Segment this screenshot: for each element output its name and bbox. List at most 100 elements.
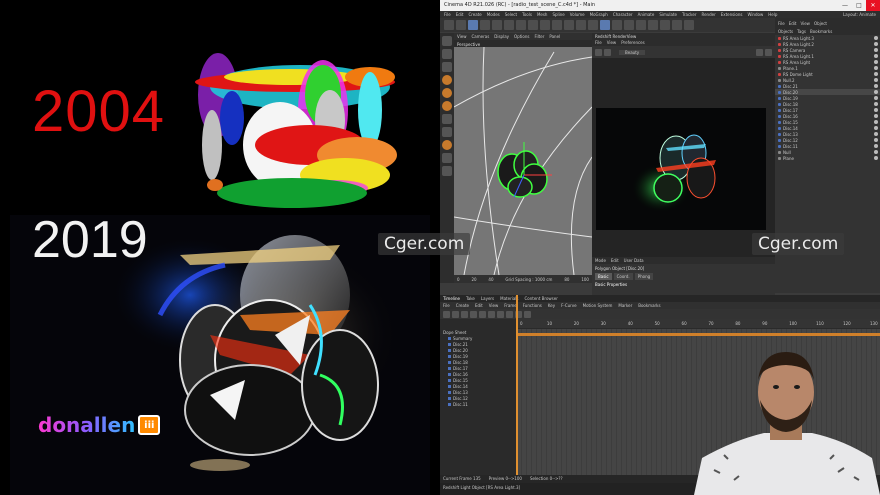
visibility-toggle-icon[interactable] (874, 120, 878, 124)
redo-icon[interactable] (456, 20, 466, 30)
visibility-toggle-icon[interactable] (874, 138, 878, 142)
menu-tracker[interactable]: Tracker (682, 12, 696, 17)
y-axis-icon[interactable] (528, 20, 538, 30)
object-row[interactable]: Disc.18 (775, 101, 880, 107)
menu-file[interactable]: File (444, 12, 451, 17)
menu-modes[interactable]: Modes (487, 12, 500, 17)
snap-icon[interactable] (442, 127, 452, 137)
vp-menu-panel[interactable]: Panel (549, 34, 560, 39)
model-mode-icon[interactable] (442, 49, 452, 59)
menu-render[interactable]: Render (701, 12, 715, 17)
menu-edit[interactable]: Edit (456, 12, 464, 17)
spline-key-icon[interactable] (497, 310, 504, 318)
menu-window[interactable]: Window (747, 12, 763, 17)
maximize-button[interactable]: □ (852, 0, 866, 11)
cube-icon[interactable] (600, 20, 610, 30)
object-row[interactable]: Disc.13 (775, 131, 880, 137)
fcurve-mode-icon[interactable] (452, 310, 459, 318)
visibility-toggle-icon[interactable] (874, 132, 878, 136)
om-menu-edit[interactable]: Edit (789, 21, 797, 26)
rv-menu-preferences[interactable]: Preferences (621, 40, 645, 46)
visibility-toggle-icon[interactable] (874, 42, 878, 46)
play-icon[interactable] (595, 48, 602, 56)
tab-coord[interactable]: Coord. (613, 273, 633, 280)
tl-menu-functions[interactable]: Functions (523, 303, 542, 308)
scale-icon[interactable] (492, 20, 502, 30)
vp-menu-display[interactable]: Display (494, 34, 509, 39)
crop-icon[interactable] (765, 48, 772, 56)
undo-icon[interactable] (444, 20, 454, 30)
menu-mograph[interactable]: MoGraph (590, 12, 608, 17)
subdivision-icon[interactable] (624, 20, 634, 30)
tab-content-browser[interactable]: Content Browser (524, 296, 557, 301)
attr-menu-userdata[interactable]: User Data (624, 258, 644, 263)
menu-spline[interactable]: Spline (552, 12, 564, 17)
visibility-toggle-icon[interactable] (874, 126, 878, 130)
motion-mode-icon[interactable] (461, 310, 468, 318)
object-row[interactable]: RS Area Light.1 (775, 53, 880, 59)
edges-mode-icon[interactable] (442, 88, 452, 98)
rv-menu-file[interactable]: File (595, 40, 602, 46)
axis-mode-icon[interactable] (442, 114, 452, 124)
visibility-toggle-icon[interactable] (874, 66, 878, 70)
minimize-button[interactable]: — (838, 0, 852, 11)
tl-menu-frame[interactable]: Frame (504, 303, 516, 308)
deformer-icon[interactable] (648, 20, 658, 30)
perspective-viewport[interactable] (453, 46, 593, 283)
visibility-toggle-icon[interactable] (874, 48, 878, 52)
object-row[interactable]: Disc.19 (775, 95, 880, 101)
vp-menu-filter[interactable]: Filter (534, 34, 544, 39)
om-menu-view[interactable]: View (800, 21, 810, 26)
visibility-toggle-icon[interactable] (874, 96, 878, 100)
dope-sheet-row[interactable]: Disc.11 (440, 401, 510, 407)
close-button[interactable]: ✕ (866, 0, 880, 11)
rv-menu-view[interactable]: View (607, 40, 617, 46)
om-tab-bookmarks[interactable]: Bookmarks (810, 29, 832, 34)
om-menu-file[interactable]: File (778, 21, 785, 26)
z-axis-icon[interactable] (540, 20, 550, 30)
camera-icon[interactable] (672, 20, 682, 30)
x-axis-icon[interactable] (516, 20, 526, 30)
object-row[interactable]: Disc.12 (775, 137, 880, 143)
workplane-icon[interactable] (442, 140, 452, 150)
tab-timeline[interactable]: Timeline (443, 296, 460, 301)
sculpt-icon[interactable] (442, 153, 452, 163)
key-mode-icon[interactable] (443, 310, 450, 318)
light-icon[interactable] (684, 20, 694, 30)
tl-menu-key[interactable]: Key (548, 303, 555, 308)
move-icon[interactable] (480, 20, 490, 30)
object-row[interactable]: Disc.11 (775, 143, 880, 149)
object-row[interactable]: Disc.17 (775, 107, 880, 113)
visibility-toggle-icon[interactable] (874, 114, 878, 118)
ease-key-icon[interactable] (506, 310, 513, 318)
render-settings-icon[interactable] (588, 20, 598, 30)
playhead[interactable] (516, 295, 518, 475)
visibility-toggle-icon[interactable] (874, 84, 878, 88)
menu-mesh[interactable]: Mesh (537, 12, 548, 17)
visibility-toggle-icon[interactable] (874, 78, 878, 82)
menu-simulate[interactable]: Simulate (659, 12, 677, 17)
polygons-mode-icon[interactable] (442, 101, 452, 111)
visibility-toggle-icon[interactable] (874, 60, 878, 64)
tl-menu-view[interactable]: View (489, 303, 499, 308)
cloner-icon[interactable] (636, 20, 646, 30)
tl-menu-marker[interactable]: Marker (618, 303, 632, 308)
visibility-toggle-icon[interactable] (874, 102, 878, 106)
object-row[interactable]: RS Camera (775, 47, 880, 53)
object-row[interactable]: Disc.15 (775, 119, 880, 125)
object-row[interactable]: Disc.21 (775, 83, 880, 89)
object-row[interactable]: RS Area Light.3 (775, 35, 880, 41)
tab-basic[interactable]: Basic (595, 273, 612, 280)
step-key-icon[interactable] (488, 310, 495, 318)
make-editable-icon[interactable] (442, 36, 452, 46)
play-icon[interactable] (524, 310, 531, 318)
menu-select[interactable]: Select (505, 12, 517, 17)
stop-icon[interactable] (604, 48, 611, 56)
object-row[interactable]: Disc.14 (775, 125, 880, 131)
object-row[interactable]: Disc.16 (775, 113, 880, 119)
object-row[interactable]: Null (775, 149, 880, 155)
attr-menu-mode[interactable]: Mode (595, 258, 606, 263)
coord-system-icon[interactable] (552, 20, 562, 30)
layout-selector[interactable]: Layout: Animate (843, 12, 876, 17)
solo-icon[interactable] (442, 166, 452, 176)
